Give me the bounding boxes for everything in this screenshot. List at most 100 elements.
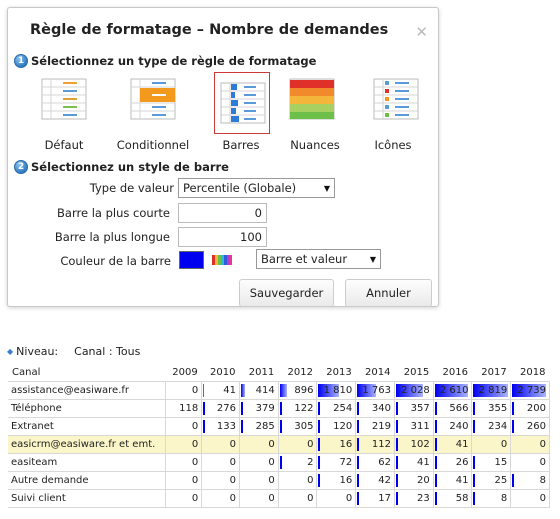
table-row[interactable]: Téléphone 118 276 379 122 254 340 357 566 355 200 [8,398,550,418]
value-cell[interactable]: 240 [432,416,473,436]
value-cell[interactable]: 17 [355,488,395,508]
value-cell[interactable]: 0 [201,452,240,472]
value-cell[interactable]: 120 [316,416,357,436]
shortest-bar-input[interactable]: 0 [178,203,267,223]
value-cell[interactable]: 41 [201,380,240,400]
value-cell[interactable]: 8 [510,470,550,490]
value-cell[interactable]: 285 [238,416,279,436]
value-cell[interactable]: 0 [238,488,279,508]
canal-cell[interactable]: Autre demande [8,470,166,490]
value-cell[interactable]: 0 [164,416,203,436]
value-cell[interactable]: 25 [471,470,512,490]
value-cell[interactable]: 0 [164,488,203,508]
value-cell[interactable]: 58 [432,488,473,508]
value-cell[interactable]: 0 [510,452,550,472]
value-cell[interactable]: 1 763 [355,380,395,400]
value-cell[interactable]: 566 [432,398,473,418]
save-button[interactable]: Sauvegarder [239,279,334,307]
value-cell[interactable]: 0 [277,488,318,508]
value-cell[interactable]: 0 [238,452,279,472]
value-cell[interactable]: 26 [432,452,473,472]
value-cell[interactable]: 200 [510,398,550,418]
value-cell[interactable]: 2 819 [471,380,512,400]
value-cell[interactable]: 23 [393,488,434,508]
table-row[interactable]: easiteam 0 0 0 2 72 62 41 26 15 0 [8,452,550,472]
value-cell[interactable]: 118 [164,398,203,418]
value-cell[interactable]: 0 [277,434,318,454]
value-cell[interactable]: 355 [471,398,512,418]
column-header-year[interactable]: 2012 [278,364,317,381]
close-icon[interactable]: ✕ [415,23,428,41]
value-cell[interactable]: 42 [355,470,395,490]
value-cell[interactable]: 0 [164,470,203,490]
canal-cell[interactable]: easiteam [8,452,166,472]
value-cell[interactable]: 276 [201,398,240,418]
value-cell[interactable]: 357 [393,398,434,418]
value-cell[interactable]: 0 [164,380,203,400]
value-cell[interactable]: 305 [277,416,318,436]
color-palette-icon[interactable] [212,255,232,265]
value-cell[interactable]: 0 [510,434,550,454]
value-cell[interactable]: 0 [277,470,318,490]
value-cell[interactable]: 0 [201,488,240,508]
value-cell[interactable]: 122 [277,398,318,418]
value-cell[interactable]: 72 [316,452,357,472]
column-header-year[interactable]: 2014 [356,364,395,381]
longest-bar-input[interactable]: 100 [178,227,267,247]
table-row[interactable]: Autre demande 0 0 0 0 16 42 20 41 25 8 [8,470,550,490]
value-cell[interactable]: 41 [432,434,473,454]
bar-color-swatch[interactable] [179,251,204,269]
canal-cell[interactable]: Extranet [8,416,166,436]
column-header-year[interactable]: 2016 [433,364,472,381]
value-cell[interactable]: 0 [164,434,203,454]
value-cell[interactable]: 41 [393,452,434,472]
canal-cell[interactable]: assistance@easiware.fr [8,380,166,400]
value-cell[interactable]: 112 [355,434,395,454]
canal-cell[interactable]: Téléphone [8,398,166,418]
value-cell[interactable]: 2 [277,452,318,472]
value-cell[interactable]: 133 [201,416,240,436]
value-cell[interactable]: 414 [238,380,279,400]
value-cell[interactable]: 254 [316,398,357,418]
display-mode-select[interactable]: Barre et valeur ▼ [256,249,381,269]
rule-type-bars[interactable] [214,72,270,134]
value-cell[interactable]: 0 [201,434,240,454]
column-header-year[interactable]: 2017 [472,364,511,381]
table-row[interactable]: easicrm@easiware.fr et emt. 0 0 0 0 16 112 102 4… [8,434,550,454]
value-cell[interactable]: 0 [201,470,240,490]
value-cell[interactable]: 379 [238,398,279,418]
value-cell[interactable]: 2 028 [393,380,434,400]
cancel-button[interactable]: Annuler [345,279,432,307]
value-cell[interactable]: 16 [316,470,357,490]
table-row[interactable]: assistance@easiware.fr 0 41 414 896 1 810 1 76… [8,380,550,400]
value-cell[interactable]: 234 [471,416,512,436]
value-cell[interactable]: 41 [432,470,473,490]
column-header-year[interactable]: 2018 [511,364,550,381]
canal-cell[interactable]: Suivi client [8,488,166,508]
value-cell[interactable]: 2 610 [432,380,473,400]
canal-cell[interactable]: easicrm@easiware.fr et emt. [8,434,166,454]
column-header-year[interactable]: 2013 [317,364,356,381]
value-cell[interactable]: 2 739 [510,380,550,400]
value-cell[interactable]: 8 [471,488,512,508]
value-cell[interactable]: 0 [316,488,357,508]
value-cell[interactable]: 0 [471,434,512,454]
table-row[interactable]: Suivi client 0 0 0 0 0 17 23 58 8 0 [8,488,550,508]
value-cell[interactable]: 0 [510,488,550,508]
value-cell[interactable]: 15 [471,452,512,472]
column-header-canal[interactable]: Canal [8,364,165,381]
table-row[interactable]: Extranet 0 133 285 305 120 219 311 240 234 260 [8,416,550,436]
value-cell[interactable]: 311 [393,416,434,436]
column-header-year[interactable]: 2011 [239,364,278,381]
value-cell[interactable]: 896 [277,380,318,400]
value-cell[interactable]: 16 [316,434,357,454]
level-value[interactable]: Canal : Tous [74,345,140,358]
value-cell[interactable]: 62 [355,452,395,472]
value-cell[interactable]: 260 [510,416,550,436]
value-cell[interactable]: 219 [355,416,395,436]
value-cell[interactable]: 102 [393,434,434,454]
value-cell[interactable]: 340 [355,398,395,418]
value-cell[interactable]: 20 [393,470,434,490]
value-cell[interactable]: 1 810 [316,380,357,400]
column-header-year[interactable]: 2009 [165,364,202,381]
